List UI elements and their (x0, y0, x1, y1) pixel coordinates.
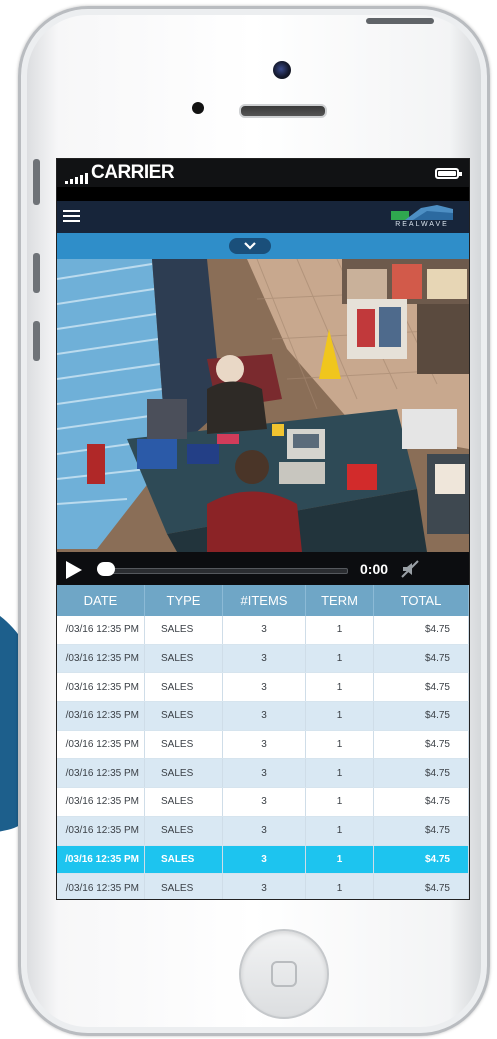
cell-items: 3 (223, 730, 306, 759)
column-header-items[interactable]: #ITEMS (223, 585, 306, 616)
status-bar: CARRIER (57, 159, 469, 187)
cell-term: 1 (306, 702, 374, 730)
phone-screen: CARRIER REALWAVE 0:00 DATE TYPE #ITEMS T… (56, 158, 470, 900)
video-controls: 0:00 (57, 552, 469, 585)
cell-items: 3 (223, 845, 306, 874)
cell-total: $4.75 (374, 788, 469, 816)
cell-term: 1 (306, 874, 374, 899)
cell-items: 3 (223, 702, 306, 730)
cell-term: 1 (306, 644, 374, 673)
column-header-total[interactable]: TOTAL (374, 585, 469, 616)
cell-date: /03/16 12:35 PM (57, 816, 145, 845)
collapse-bar (57, 233, 469, 259)
earpiece-speaker (239, 104, 327, 118)
table-row[interactable]: /03/16 12:35 PM SALES 3 1 $4.75 (57, 874, 469, 899)
cell-type: SALES (145, 644, 223, 673)
proximity-sensor (192, 102, 204, 114)
cell-date: /03/16 12:35 PM (57, 874, 145, 899)
cell-type: SALES (145, 616, 223, 644)
cell-date: /03/16 12:35 PM (57, 644, 145, 673)
cell-total: $4.75 (374, 644, 469, 673)
signal-strength-icon (65, 173, 88, 184)
cell-date: /03/16 12:35 PM (57, 788, 145, 816)
cell-type: SALES (145, 845, 223, 874)
battery-icon (435, 168, 462, 179)
cell-term: 1 (306, 816, 374, 845)
cell-total: $4.75 (374, 759, 469, 788)
cell-total: $4.75 (374, 673, 469, 702)
volume-up-button (33, 253, 40, 293)
cell-date: /03/16 12:35 PM (57, 845, 145, 874)
realwave-logo: REALWAVE (385, 205, 459, 231)
cell-term: 1 (306, 759, 374, 788)
progress-track[interactable] (99, 568, 348, 574)
cell-type: SALES (145, 673, 223, 702)
cell-type: SALES (145, 702, 223, 730)
power-button (366, 18, 434, 24)
cell-total: $4.75 (374, 616, 469, 644)
cell-type: SALES (145, 759, 223, 788)
expand-toggle-button[interactable] (229, 238, 271, 254)
volume-down-button (33, 321, 40, 361)
logo-bars-icon (391, 205, 453, 220)
table-row-selected[interactable]: /03/16 12:35 PM SALES 3 1 $4.75 (57, 845, 469, 875)
table-row[interactable]: /03/16 12:35 PM SALES 3 1 $4.75 (57, 730, 469, 760)
cell-date: /03/16 12:35 PM (57, 759, 145, 788)
table-row[interactable]: /03/16 12:35 PM SALES 3 1 $4.75 (57, 702, 469, 731)
table-row[interactable]: /03/16 12:35 PM SALES 3 1 $4.75 (57, 816, 469, 846)
cell-date: /03/16 12:35 PM (57, 702, 145, 730)
cell-items: 3 (223, 816, 306, 845)
cell-date: /03/16 12:35 PM (57, 730, 145, 759)
cell-total: $4.75 (374, 845, 469, 874)
table-row[interactable]: /03/16 12:35 PM SALES 3 1 $4.75 (57, 673, 469, 703)
cell-items: 3 (223, 788, 306, 816)
mute-icon[interactable] (400, 559, 420, 579)
home-button[interactable] (239, 929, 329, 1019)
cell-term: 1 (306, 730, 374, 759)
table-row[interactable]: /03/16 12:35 PM SALES 3 1 $4.75 (57, 788, 469, 817)
table-row[interactable]: /03/16 12:35 PM SALES 3 1 $4.75 (57, 759, 469, 789)
cell-total: $4.75 (374, 874, 469, 899)
surveillance-video-image (57, 259, 469, 552)
cell-type: SALES (145, 816, 223, 845)
table-row[interactable]: /03/16 12:35 PM SALES 3 1 $4.75 (57, 644, 469, 674)
cell-total: $4.75 (374, 730, 469, 759)
cell-type: SALES (145, 730, 223, 759)
mute-switch (33, 159, 40, 205)
table-row[interactable]: /03/16 12:35 PM SALES 3 1 $4.75 (57, 616, 469, 645)
table-header: DATE TYPE #ITEMS TERM TOTAL (57, 585, 469, 616)
transactions-table: /03/16 12:35 PM SALES 3 1 $4.75 /03/16 1… (57, 616, 469, 899)
home-square-icon (271, 961, 297, 987)
cell-term: 1 (306, 845, 374, 874)
cell-total: $4.75 (374, 702, 469, 730)
column-header-term[interactable]: TERM (306, 585, 374, 616)
cell-term: 1 (306, 788, 374, 816)
progress-handle[interactable] (97, 562, 115, 576)
cell-term: 1 (306, 616, 374, 644)
app-header: REALWAVE (57, 201, 469, 233)
logo-text: REALWAVE (395, 221, 449, 228)
cell-type: SALES (145, 874, 223, 899)
carrier-label: CARRIER (91, 162, 175, 183)
cell-term: 1 (306, 673, 374, 702)
cell-date: /03/16 12:35 PM (57, 673, 145, 702)
chevron-down-icon (244, 242, 256, 250)
column-header-type[interactable]: TYPE (145, 585, 223, 616)
time-display: 0:00 (360, 561, 389, 577)
cell-date: /03/16 12:35 PM (57, 616, 145, 644)
video-frame[interactable] (57, 259, 469, 552)
hamburger-menu-icon[interactable] (63, 210, 80, 223)
cell-items: 3 (223, 644, 306, 673)
cell-items: 3 (223, 874, 306, 899)
front-camera (273, 61, 291, 79)
cell-items: 3 (223, 616, 306, 644)
cell-total: $4.75 (374, 816, 469, 845)
column-header-date[interactable]: DATE (57, 585, 145, 616)
play-icon[interactable] (66, 561, 82, 579)
cell-items: 3 (223, 759, 306, 788)
cell-type: SALES (145, 788, 223, 816)
cell-items: 3 (223, 673, 306, 702)
